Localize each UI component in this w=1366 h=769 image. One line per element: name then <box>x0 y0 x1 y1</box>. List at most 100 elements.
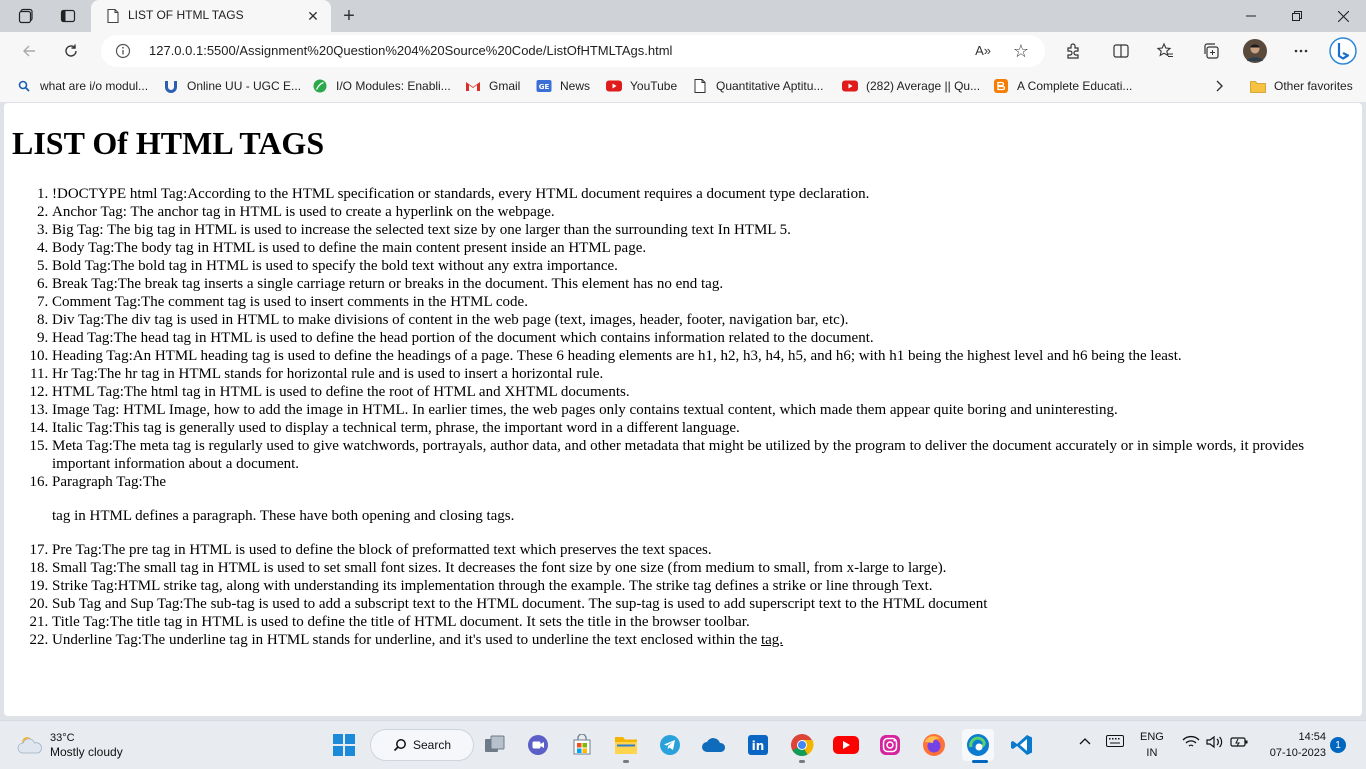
weather-widget[interactable]: 33°C Mostly cloudy <box>16 729 123 761</box>
bookmark-label: News <box>560 79 591 93</box>
page-icon <box>107 8 119 24</box>
list-item: Head Tag:The head tag in HTML is used to… <box>52 329 1352 347</box>
youtube-icon <box>842 79 858 93</box>
vscode-icon[interactable] <box>1006 729 1038 761</box>
split-screen-icon[interactable] <box>1106 36 1136 66</box>
edge-icon[interactable] <box>962 729 994 761</box>
list-item: Div Tag:The div tag is used in HTML to m… <box>52 311 1352 329</box>
blogger-icon <box>993 79 1009 93</box>
read-aloud-icon[interactable]: A» <box>975 43 991 58</box>
leaf-icon <box>312 79 328 93</box>
notification-badge[interactable]: 1 <box>1330 737 1346 753</box>
cloud-sun-icon <box>17 737 42 754</box>
weather-temperature: 33°C <box>50 731 75 744</box>
wifi-icon[interactable] <box>1182 735 1200 752</box>
weather-description: Mostly cloudy <box>50 744 123 759</box>
url-text[interactable]: 127.0.0.1:5500/Assignment%20Question%204… <box>149 43 672 58</box>
region-code: IN <box>1146 747 1158 759</box>
active-app-indicator <box>972 760 988 763</box>
workspaces-icon[interactable] <box>8 0 44 32</box>
search-icon <box>393 739 406 752</box>
bookmark-youtube[interactable]: YouTube <box>606 78 677 94</box>
collections-icon[interactable] <box>1196 36 1226 66</box>
clock[interactable]: 14:54 07-10-2023 <box>1270 729 1326 761</box>
list-item: Bold Tag:The bold tag in HTML is used to… <box>52 257 1352 275</box>
more-menu-icon[interactable] <box>1286 36 1316 66</box>
teams-meet-icon[interactable] <box>522 729 554 761</box>
bing-copilot-icon[interactable] <box>1328 36 1358 66</box>
bookmark-quantitative-aptitude[interactable]: Quantitative Aptitu... <box>692 78 823 94</box>
task-view-icon[interactable] <box>479 729 511 761</box>
folder-icon <box>1250 79 1266 93</box>
info-icon[interactable] <box>115 43 131 59</box>
close-window-button[interactable] <box>1320 0 1366 32</box>
list-item: Image Tag: HTML Image, how to add the im… <box>52 401 1352 419</box>
firefox-icon[interactable] <box>918 729 950 761</box>
address-bar[interactable]: 127.0.0.1:5500/Assignment%20Question%204… <box>101 35 1045 67</box>
file-explorer-icon[interactable] <box>610 729 642 761</box>
start-button[interactable] <box>328 729 360 761</box>
svg-text:GE: GE <box>539 83 550 91</box>
more-bookmarks-chevron-icon[interactable] <box>1214 78 1224 94</box>
tab-active[interactable]: LIST OF HTML TAGS ✕ <box>91 0 331 32</box>
language-code: ENG <box>1140 731 1164 743</box>
onedrive-icon[interactable] <box>698 729 730 761</box>
microsoft-store-icon[interactable] <box>566 729 598 761</box>
input-language[interactable]: ENG IN <box>1140 729 1164 761</box>
other-favorites-label: Other favorites <box>1274 79 1353 93</box>
keyboard-icon[interactable] <box>1106 735 1124 750</box>
list-item: Strike Tag:HTML strike tag, along with u… <box>52 577 1352 595</box>
uu-icon <box>163 79 179 93</box>
bookmark-label: (282) Average || Qu... <box>866 79 981 93</box>
list-item: Body Tag:The body tag in HTML is used to… <box>52 239 1352 257</box>
minimize-button[interactable] <box>1228 0 1274 32</box>
extensions-icon[interactable] <box>1058 36 1088 66</box>
telegram-icon[interactable] <box>654 729 686 761</box>
page-title: LIST Of HTML TAGS <box>12 125 325 161</box>
vertical-tabs-icon[interactable] <box>50 0 86 32</box>
underline-item-text: Underline Tag:The underline tag in HTML … <box>52 632 761 648</box>
instagram-icon[interactable] <box>874 729 906 761</box>
bookmark-label: Online UU - UGC E... <box>187 79 302 93</box>
chrome-icon[interactable] <box>786 729 818 761</box>
bookmark-io-modules-search[interactable]: what are i/o modul... <box>16 78 148 94</box>
youtube-icon <box>606 79 622 93</box>
youtube-icon[interactable] <box>830 729 862 761</box>
bookmark-complete-education[interactable]: A Complete Educati... <box>993 78 1132 94</box>
bookmark-news[interactable]: GE News <box>536 78 590 94</box>
new-tab-button[interactable]: + <box>335 2 363 30</box>
tab-title: LIST OF HTML TAGS <box>128 8 244 22</box>
bookmark-label: I/O Modules: Enabli... <box>336 79 451 93</box>
back-button[interactable] <box>14 36 44 66</box>
restore-button[interactable] <box>1274 0 1320 32</box>
list-item: Title Tag:The title tag in HTML is used … <box>52 613 1352 631</box>
taskbar-search-box[interactable]: Search <box>370 729 474 761</box>
favorites-icon[interactable] <box>1150 36 1180 66</box>
list-item: HTML Tag:The html tag in HTML is used to… <box>52 383 1352 401</box>
refresh-button[interactable] <box>56 36 86 66</box>
bookmark-average-video[interactable]: (282) Average || Qu... <box>842 78 980 94</box>
svg-text:in: in <box>752 739 765 753</box>
linkedin-icon[interactable]: in <box>742 729 774 761</box>
battery-icon[interactable] <box>1230 735 1248 752</box>
volume-icon[interactable] <box>1206 735 1224 752</box>
bookmark-io-modules[interactable]: I/O Modules: Enabli... <box>312 78 451 94</box>
other-favorites-folder[interactable]: Other favorites <box>1250 78 1353 94</box>
bookmark-gmail[interactable]: Gmail <box>465 78 520 94</box>
favorite-star-icon[interactable]: ☆ <box>1013 41 1029 62</box>
show-hidden-icons-chevron-icon[interactable] <box>1079 735 1091 749</box>
news-icon: GE <box>536 79 552 93</box>
list-item: Comment Tag:The comment tag is used to i… <box>52 293 1352 311</box>
bookmark-online-uu[interactable]: Online UU - UGC E... <box>163 78 301 94</box>
profile-avatar[interactable] <box>1240 36 1270 66</box>
tab-strip: LIST OF HTML TAGS ✕ + <box>0 0 1366 32</box>
list-item-underline-tag: Underline Tag:The underline tag in HTML … <box>52 631 1352 649</box>
html-tag-list: !DOCTYPE html Tag:According to the HTML … <box>12 185 1352 649</box>
bookmark-label: Quantitative Aptitu... <box>716 79 824 93</box>
paragraph-item-text: tag in HTML defines a paragraph. These h… <box>52 508 515 524</box>
clock-date: 07-10-2023 <box>1269 747 1326 759</box>
close-tab-icon[interactable]: ✕ <box>303 6 323 26</box>
paragraph-item-lead: Paragraph Tag:The <box>52 474 167 490</box>
bookmark-label: A Complete Educati... <box>1017 79 1133 93</box>
page-viewport: LIST Of HTML TAGS !DOCTYPE html Tag:Acco… <box>4 103 1362 716</box>
